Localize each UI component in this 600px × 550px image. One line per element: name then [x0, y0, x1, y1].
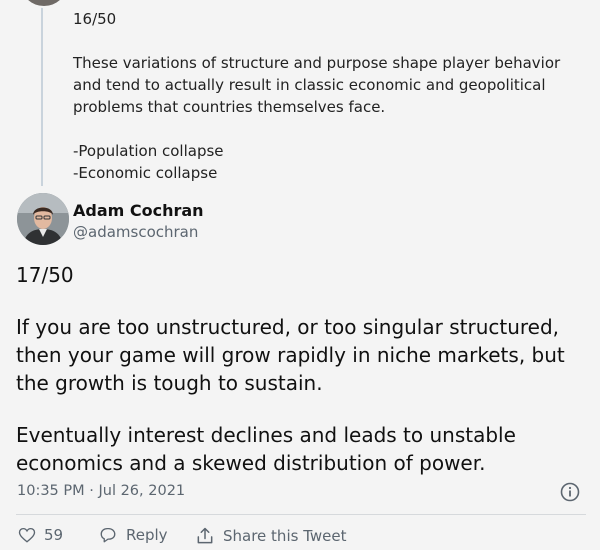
- previous-tweet-counter: 16/50: [73, 10, 117, 28]
- thread-connector-line: [41, 0, 43, 186]
- tweet-text: 17/50 If you are too unstructured, or to…: [16, 261, 586, 477]
- author-name[interactable]: Adam Cochran: [73, 201, 204, 220]
- like-count: 59: [44, 526, 64, 544]
- previous-tweet-body: These variations of structure and purpos…: [73, 54, 561, 116]
- previous-tweet-list-item: -Population collapse: [73, 142, 224, 160]
- info-icon[interactable]: [560, 482, 580, 502]
- share-button[interactable]: Share this Tweet: [195, 526, 346, 546]
- tweet-counter: 17/50: [16, 263, 74, 287]
- tweet-timestamp[interactable]: 10:35 PM · Jul 26, 2021: [17, 483, 185, 499]
- reply-label: Reply: [126, 526, 168, 544]
- tweet-author: Adam Cochran @adamscochran: [17, 193, 417, 249]
- avatar[interactable]: [17, 193, 69, 245]
- reply-button[interactable]: Reply: [98, 526, 168, 544]
- share-icon: [197, 527, 213, 544]
- author-handle[interactable]: @adamscochran: [73, 223, 198, 241]
- tweet-paragraph: Eventually interest declines and leads t…: [16, 423, 516, 475]
- share-label: Share this Tweet: [223, 527, 347, 545]
- previous-author-avatar[interactable]: [18, 0, 70, 8]
- tweet-paragraph: If you are too unstructured, or too sing…: [16, 315, 565, 395]
- previous-tweet-list-item: -Economic collapse: [73, 164, 218, 182]
- previous-tweet: 16/50 These variations of structure and …: [73, 8, 583, 184]
- tweet-actions: 59 Reply Share this Tweet: [18, 526, 578, 550]
- heart-icon: [18, 527, 36, 543]
- reply-icon: [100, 527, 116, 543]
- divider: [16, 514, 586, 515]
- like-button[interactable]: 59: [18, 526, 63, 544]
